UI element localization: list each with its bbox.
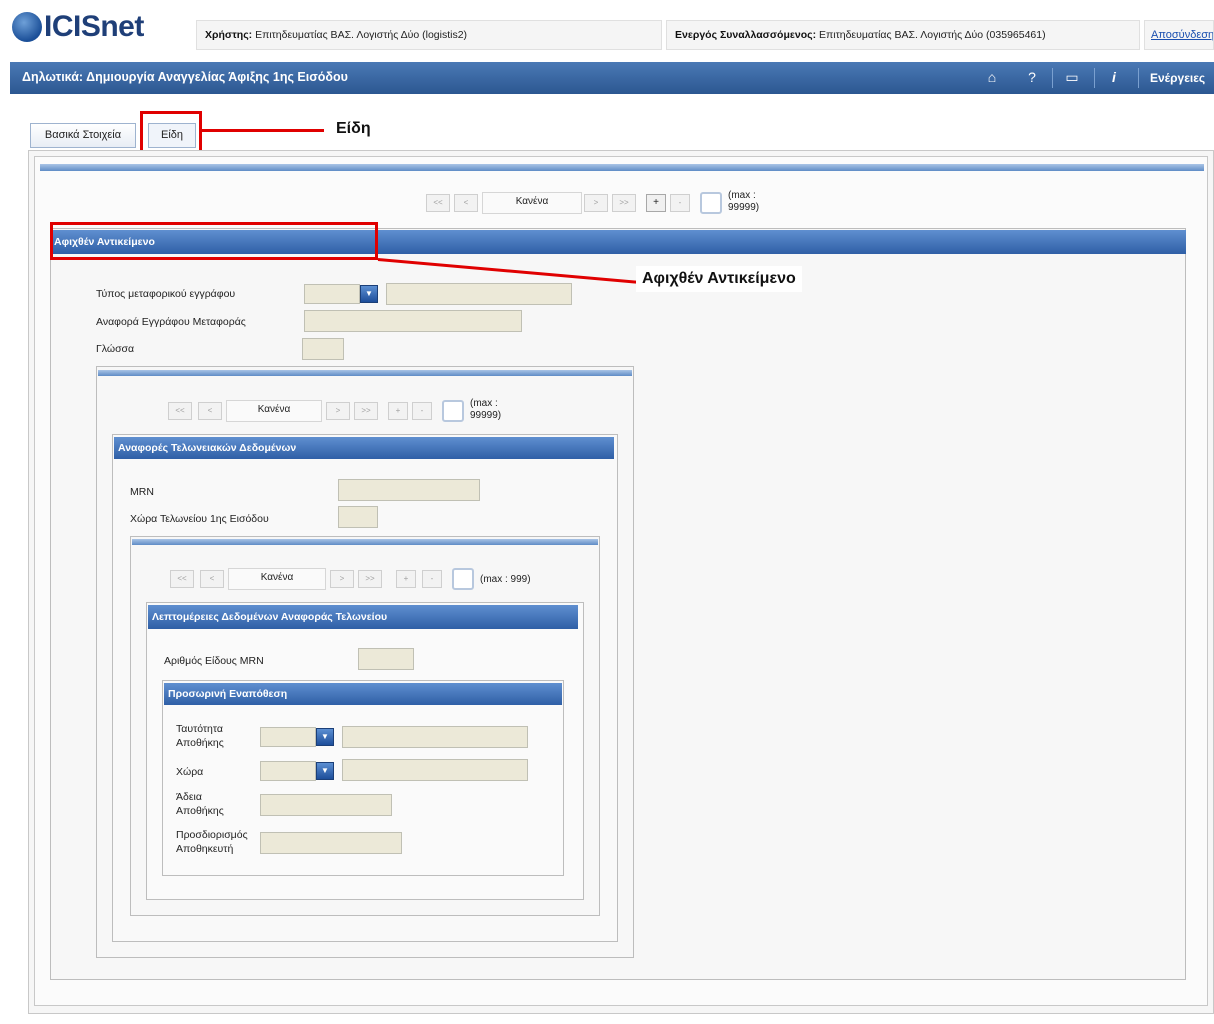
window-icon[interactable]: ▭ (1060, 62, 1084, 94)
storage-keeper-id-field[interactable] (260, 832, 402, 854)
active-trader-info: Ενεργός Συναλλασσόμενος: Επιτηδευματίας … (666, 20, 1140, 50)
nav1-last-button[interactable]: >> (612, 194, 636, 212)
transport-doc-type-description-field[interactable] (386, 283, 572, 305)
storage-license-field[interactable] (260, 794, 392, 816)
first-entry-country-field[interactable] (338, 506, 378, 528)
nav3-prev-button[interactable]: < (200, 570, 224, 588)
mrn-item-number-label: Αριθμός Είδους MRN (164, 655, 264, 667)
mrn-label: MRN (130, 486, 154, 498)
actions-menu[interactable]: Ενέργειες (1150, 62, 1214, 94)
trader-value: Επιτηδευματίας ΒΑΣ. Λογιστής Δύο (035965… (819, 29, 1046, 41)
nav2-first-button[interactable]: << (168, 402, 192, 420)
nav2-add-button[interactable]: + (388, 402, 408, 420)
nav1-checkbox[interactable] (700, 192, 722, 214)
storage-license-label: Άδεια Αποθήκης (176, 791, 224, 817)
transport-doc-type-label: Τύπος μεταφορικού εγγράφου (96, 288, 236, 300)
page-title: Δηλωτικά: Δημιουργία Αναγγελίας Άφιξης 1… (22, 70, 348, 84)
mrn-item-number-field[interactable] (358, 648, 414, 670)
tab-basic-info-label: Βασικά Στοιχεία (44, 129, 122, 141)
logout-box: Αποσύνδεση (1144, 20, 1214, 50)
storage-keeper-id-label: Προσδιορισμός Αποθηκευτή (176, 829, 248, 855)
storage-id-select[interactable] (260, 727, 316, 747)
language-label: Γλώσσα (96, 343, 135, 355)
nav1-first-button[interactable]: << (426, 194, 450, 212)
tab-callout-label: Είδη (330, 118, 377, 140)
storage-country-description-field[interactable] (342, 759, 528, 781)
nav3-checkbox[interactable] (452, 568, 474, 590)
storage-country-label: Χώρα (176, 766, 204, 778)
nav2-max-text: (max : 99999) (470, 398, 502, 421)
nav1-remove-button[interactable]: - (670, 194, 690, 212)
transport-doc-type-dropdown-icon[interactable]: ▼ (360, 285, 378, 303)
icisnet-logo-icon (12, 12, 42, 42)
toolbar-divider (1138, 68, 1139, 88)
nav3-add-button[interactable]: + (396, 570, 416, 588)
tab-callout-line (202, 129, 324, 132)
nav1-add-button[interactable]: + (646, 194, 666, 212)
nav3-first-button[interactable]: << (170, 570, 194, 588)
info-icon[interactable]: i (1102, 62, 1126, 94)
icisnet-logo: ICISnet (44, 10, 144, 43)
trader-label: Ενεργός Συναλλασσόμενος: (675, 29, 817, 41)
customs-details-header: Λεπτομέρειες Δεδομένων Αναφοράς Τελωνείο… (148, 605, 578, 629)
nav1-position: Κανένα (482, 192, 582, 214)
storage-id-description-field[interactable] (342, 726, 528, 748)
mrn-field[interactable] (338, 479, 480, 501)
user-value: Επιτηδευματίας ΒΑΣ. Λογιστής Δύο (logist… (255, 29, 468, 41)
nav2-checkbox[interactable] (442, 400, 464, 422)
nav2-last-button[interactable]: >> (354, 402, 378, 420)
transport-doc-ref-field[interactable] (304, 310, 522, 332)
toolbar-divider (1052, 68, 1053, 88)
nav1-next-button[interactable]: > (584, 194, 608, 212)
language-field[interactable] (302, 338, 344, 360)
storage-country-select[interactable] (260, 761, 316, 781)
nav1-prev-button[interactable]: < (454, 194, 478, 212)
nav2-prev-button[interactable]: < (198, 402, 222, 420)
nav3-next-button[interactable]: > (330, 570, 354, 588)
section-callout-label: Αφιχθέν Αντικείμενο (636, 266, 802, 292)
nav3-max-text: (max : 999) (480, 574, 531, 585)
user-label: Χρήστης: (205, 29, 253, 41)
transport-doc-type-select[interactable] (304, 284, 360, 304)
logout-link[interactable]: Αποσύνδεση (1151, 29, 1213, 41)
customs-details-top-bar (132, 539, 598, 545)
storage-id-label: Ταυτότητα Αποθήκης (176, 723, 224, 749)
section-highlight (50, 222, 378, 260)
actions-label: Ενέργειες (1150, 71, 1206, 85)
nav2-remove-button[interactable]: - (412, 402, 432, 420)
tab-basic-info[interactable]: Βασικά Στοιχεία (30, 123, 136, 148)
temp-storage-header: Προσωρινή Εναπόθεση (164, 683, 562, 705)
pane-top-bar (40, 164, 1204, 171)
nav2-position: Κανένα (226, 400, 322, 422)
tab-highlight (140, 111, 202, 153)
home-icon[interactable]: ⌂ (980, 62, 1004, 94)
nav3-last-button[interactable]: >> (358, 570, 382, 588)
first-entry-country-label: Χώρα Τελωνείου 1ης Εισόδου (130, 513, 269, 525)
nav3-remove-button[interactable]: - (422, 570, 442, 588)
help-icon[interactable]: ? (1020, 62, 1044, 94)
storage-country-dropdown-icon[interactable]: ▼ (316, 762, 334, 780)
nav1-none-text: Κανένα (515, 196, 549, 207)
transport-doc-ref-label: Αναφορά Εγγράφου Μεταφοράς (96, 316, 246, 328)
storage-id-dropdown-icon[interactable]: ▼ (316, 728, 334, 746)
customs-refs-top-bar (98, 370, 632, 376)
nav2-next-button[interactable]: > (326, 402, 350, 420)
customs-refs-header: Αναφορές Τελωνειακών Δεδομένων (114, 437, 614, 459)
nav2-none-text: Κανένα (257, 404, 291, 415)
nav1-max-text: (max : 99999) (728, 190, 760, 213)
user-info: Χρήστης: Επιτηδευματίας ΒΑΣ. Λογιστής Δύ… (196, 20, 662, 50)
nav3-position: Κανένα (228, 568, 326, 590)
toolbar-divider (1094, 68, 1095, 88)
nav3-none-text: Κανένα (260, 572, 294, 583)
